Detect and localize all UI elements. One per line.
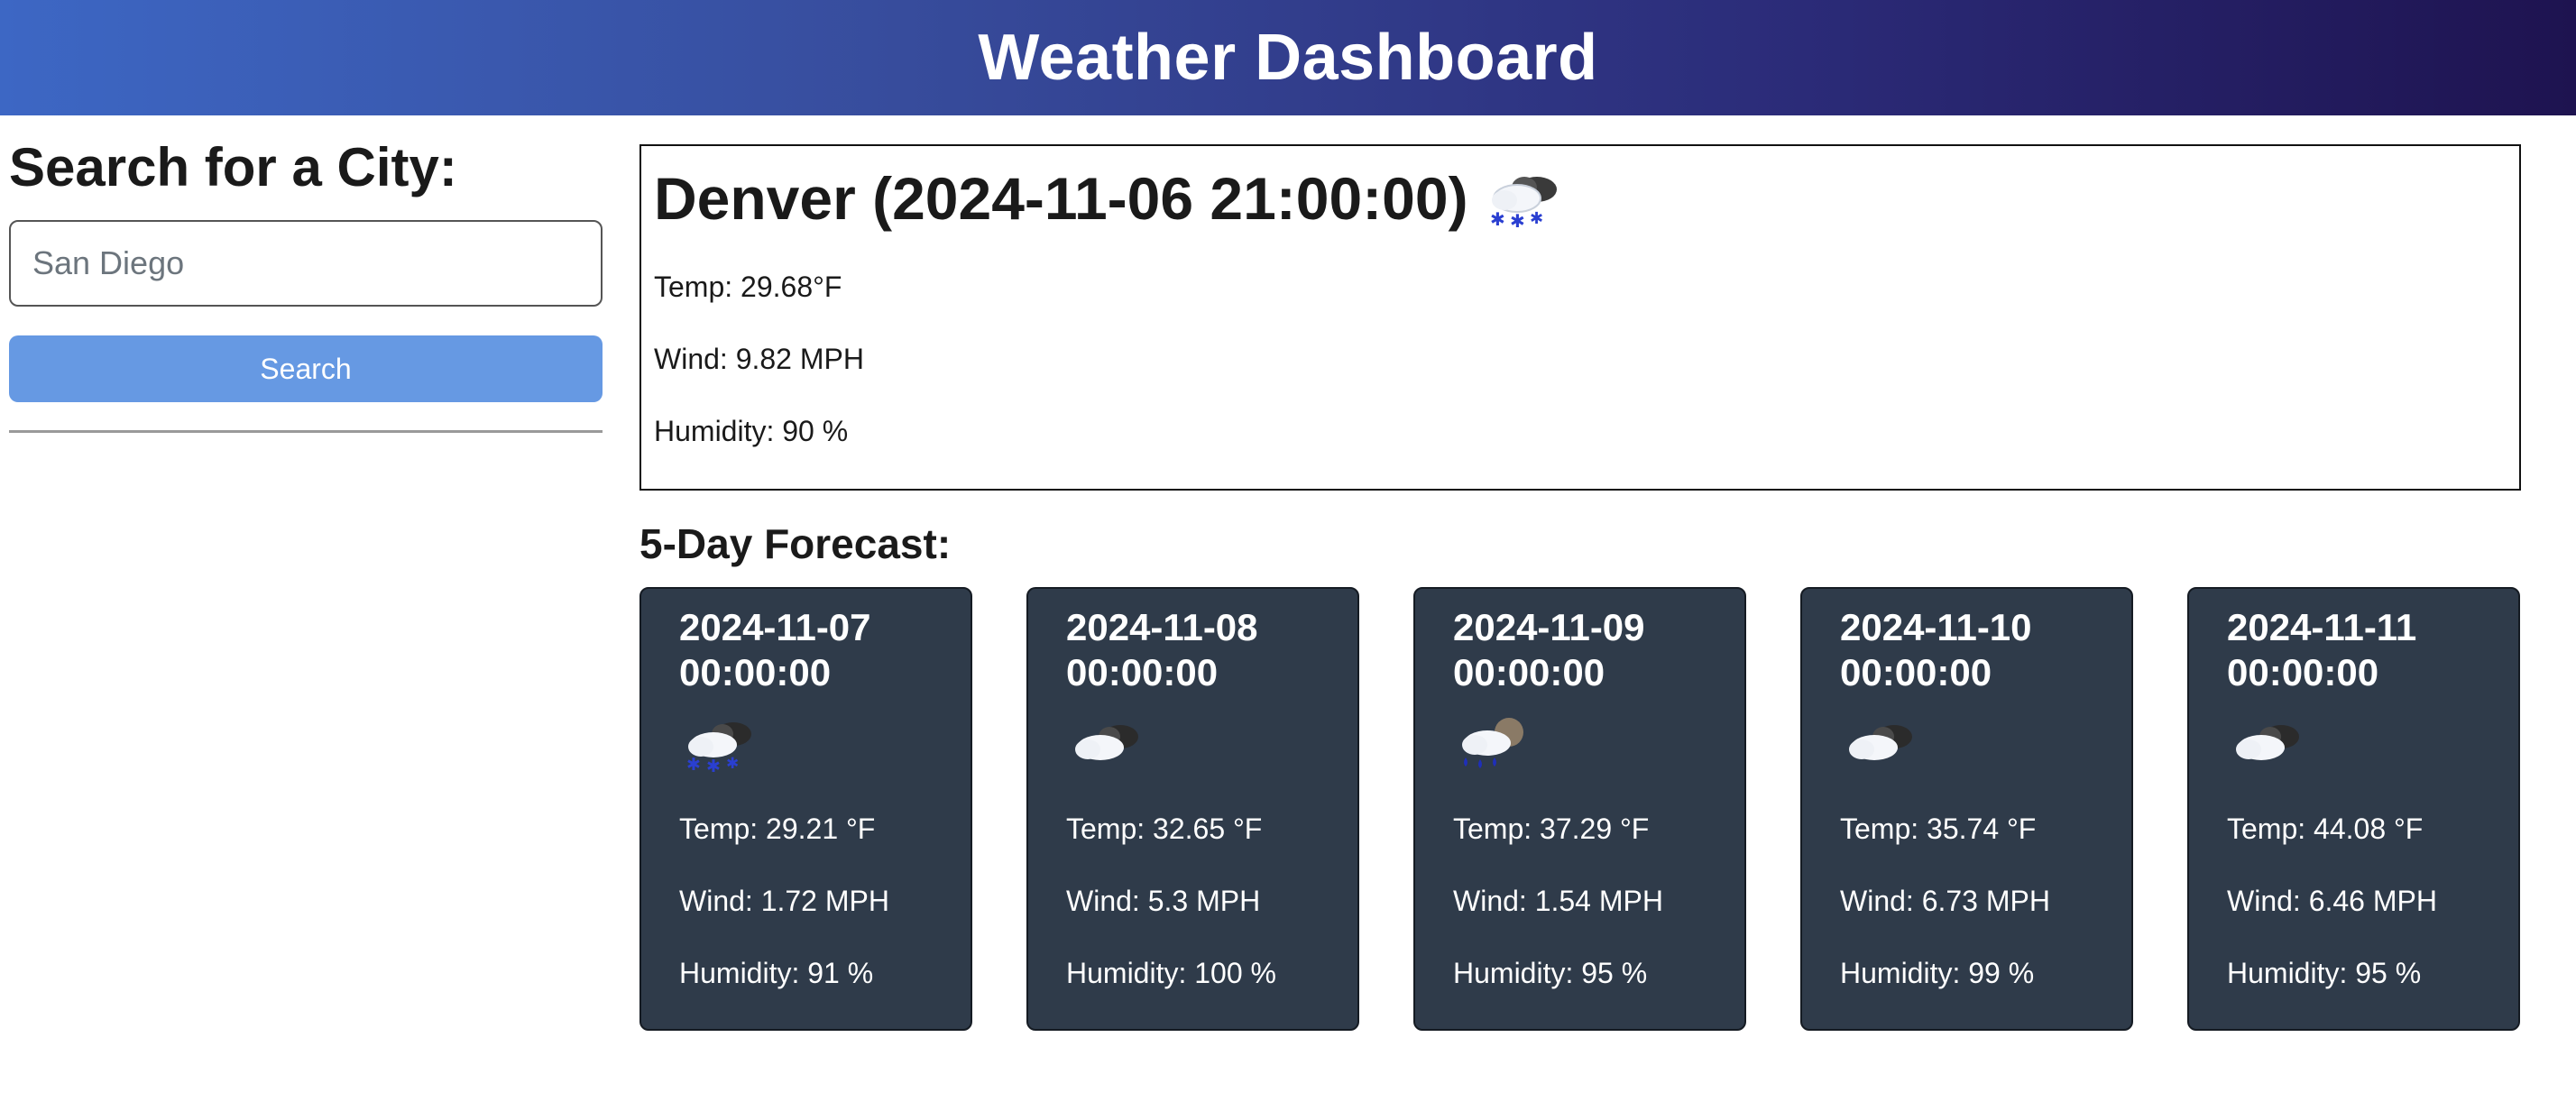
current-weather-header: Denver (2024-11-06 21:00:00) ✱ ✱ ✱: [654, 146, 2507, 251]
forecast-wind: Wind: 6.46 MPH: [2227, 885, 2437, 917]
snow-cloud-icon: ✱ ✱ ✱: [1479, 162, 1566, 235]
forecast-temp: Temp: 37.29 °F: [1453, 812, 1650, 845]
forecast-humidity: Humidity: 95 %: [1453, 957, 1648, 989]
forecast-date: 2024-11-07 00:00:00: [679, 606, 871, 693]
current-humidity: Humidity: 90 %: [654, 415, 849, 447]
current-wind: Wind: 9.82 MPH: [654, 343, 864, 375]
search-history-divider: [9, 430, 603, 433]
forecast-humidity: Humidity: 91 %: [679, 957, 874, 989]
svg-text:✱: ✱: [1510, 210, 1525, 231]
forecast-wind: Wind: 1.72 MPH: [679, 885, 889, 917]
cloudy-icon: [2225, 715, 2312, 774]
forecast-card: 2024-11-08 00:00:00 Temp: 32.65 °F Wind:…: [1026, 587, 1359, 1031]
search-sidebar: Search for a City: Search: [9, 135, 603, 433]
forecast-humidity: Humidity: 100 %: [1066, 957, 1276, 989]
page-title: Weather Dashboard: [978, 22, 1598, 94]
svg-text:✱: ✱: [726, 755, 739, 773]
city-search-input[interactable]: [9, 220, 603, 307]
cloudy-icon: [1838, 715, 1925, 774]
forecast-date: 2024-11-10 00:00:00: [1840, 606, 2032, 693]
forecast-wind: Wind: 6.73 MPH: [1840, 885, 2050, 917]
forecast-date: 2024-11-08 00:00:00: [1066, 606, 1258, 693]
svg-text:✱: ✱: [686, 755, 701, 774]
forecast-humidity: Humidity: 99 %: [1840, 957, 2035, 989]
forecast-humidity: Humidity: 95 %: [2227, 957, 2422, 989]
forecast-card: 2024-11-09 00:00:00 Temp: 37.29 °F Wind:…: [1413, 587, 1746, 1031]
svg-text:✱: ✱: [1490, 208, 1505, 230]
forecast-temp: Temp: 32.65 °F: [1066, 812, 1263, 845]
forecast-wind: Wind: 5.3 MPH: [1066, 885, 1261, 917]
current-weather-panel: Denver (2024-11-06 21:00:00) ✱ ✱ ✱ Temp:…: [639, 144, 2521, 491]
search-heading: Search for a City:: [9, 137, 457, 197]
rain-cloud-icon: [1451, 711, 1538, 778]
forecast-date: 2024-11-11 00:00:00: [2227, 606, 2417, 693]
app-header: Weather Dashboard: [0, 0, 2576, 115]
forecast-temp: Temp: 29.21 °F: [679, 812, 876, 845]
current-city-title: Denver (2024-11-06 21:00:00): [654, 165, 1468, 232]
cloudy-icon: [1064, 715, 1151, 774]
search-button[interactable]: Search: [9, 335, 603, 402]
forecast-cards: 2024-11-07 00:00:00 ✱ ✱ ✱ Temp: 29.21 °F…: [639, 587, 2523, 1031]
current-temp: Temp: 29.68°F: [654, 271, 842, 303]
forecast-temp: Temp: 35.74 °F: [1840, 812, 2037, 845]
svg-text:✱: ✱: [706, 757, 721, 774]
snow-cloud-icon: ✱ ✱ ✱: [677, 711, 764, 778]
forecast-wind: Wind: 1.54 MPH: [1453, 885, 1663, 917]
svg-text:✱: ✱: [1530, 209, 1543, 228]
forecast-card: 2024-11-07 00:00:00 ✱ ✱ ✱ Temp: 29.21 °F…: [639, 587, 972, 1031]
forecast-heading: 5-Day Forecast:: [639, 520, 952, 567]
forecast-date: 2024-11-09 00:00:00: [1453, 606, 1645, 693]
forecast-temp: Temp: 44.08 °F: [2227, 812, 2424, 845]
forecast-card: 2024-11-10 00:00:00 Temp: 35.74 °F Wind:…: [1800, 587, 2133, 1031]
forecast-card: 2024-11-11 00:00:00 Temp: 44.08 °F Wind:…: [2187, 587, 2520, 1031]
